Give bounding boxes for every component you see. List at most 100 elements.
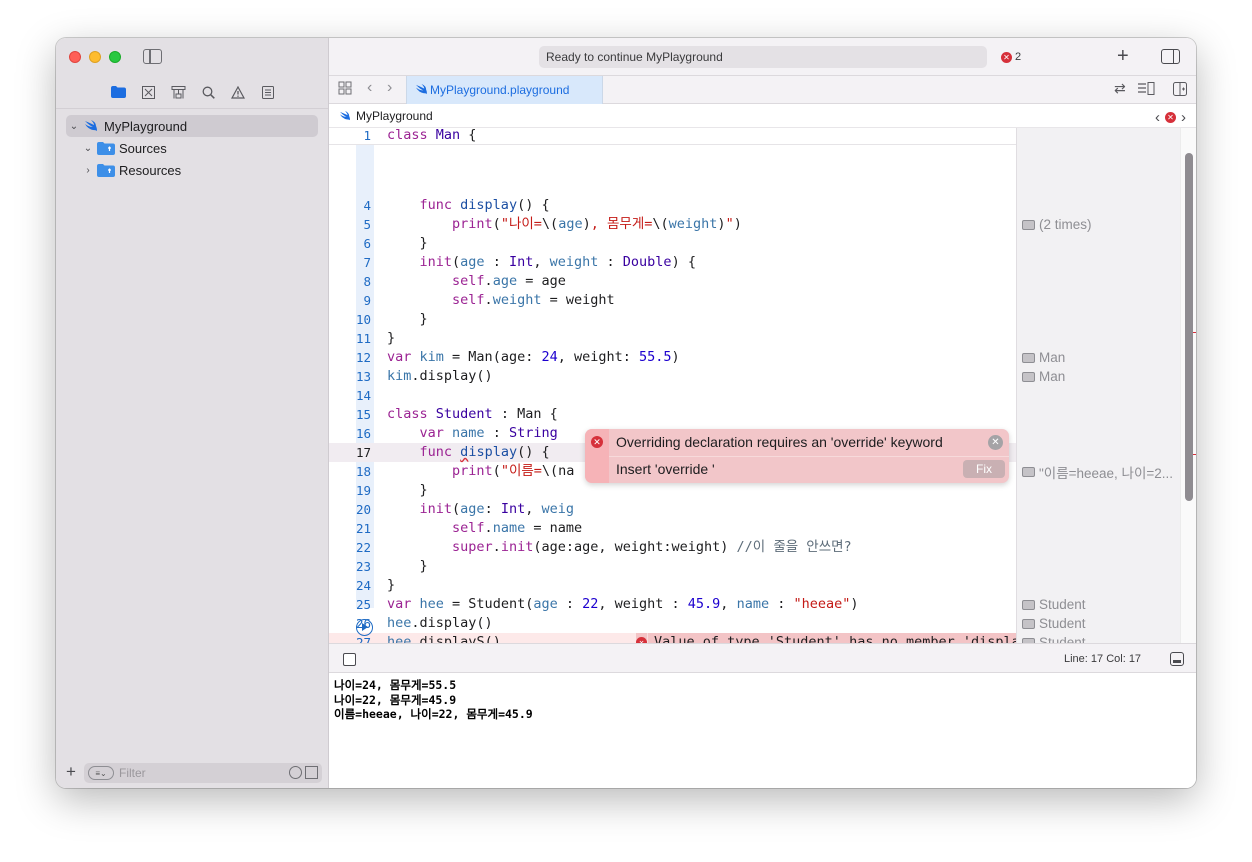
editor-scrollbar[interactable] xyxy=(1180,128,1196,643)
result-text: Student xyxy=(1039,616,1086,631)
folder-icon[interactable] xyxy=(108,82,128,102)
tab-myplayground[interactable]: MyPlayground.playground xyxy=(406,76,603,104)
editor-options-icon[interactable] xyxy=(1137,82,1155,98)
scrollbar-thumb[interactable] xyxy=(1185,153,1193,501)
code-line[interactable]: 12 var kim = Man(age: 24, weight: 55.5) xyxy=(329,348,1016,367)
sidebar-filter-bar: + ≡⌄ Filter xyxy=(56,758,329,788)
result-item[interactable]: Man xyxy=(1022,348,1065,367)
chevron-down-icon[interactable]: ⌄ xyxy=(82,143,94,154)
code-text: } xyxy=(387,311,428,327)
inline-error-message[interactable]: ✕ Value of type 'Student' has no member … xyxy=(636,633,1016,643)
code-line[interactable]: 19 } xyxy=(329,481,1016,500)
code-line[interactable]: 7 init(age : Int, weight : Double) { xyxy=(329,253,1016,272)
result-text: (2 times) xyxy=(1039,217,1092,232)
find-icon[interactable] xyxy=(198,82,218,102)
minimize-window-button[interactable] xyxy=(89,51,101,63)
folder-swift-icon xyxy=(97,141,115,155)
code-line[interactable]: 6 } xyxy=(329,234,1016,253)
issue-warning-icon[interactable] xyxy=(228,82,248,102)
back-arrow-icon[interactable]: ‹ xyxy=(367,80,372,96)
inspector-toggle-icon[interactable] xyxy=(1161,49,1180,64)
line-number: 12 xyxy=(355,350,371,365)
tree-item-resources[interactable]: › Resources xyxy=(82,159,181,181)
chevron-down-icon[interactable]: ⌄ xyxy=(68,121,80,132)
filter-field[interactable]: ≡⌄ Filter xyxy=(84,763,322,783)
recent-files-icon[interactable] xyxy=(289,766,302,779)
grid-icon[interactable] xyxy=(338,81,352,98)
code-line[interactable]: 10 } xyxy=(329,310,1016,329)
close-window-button[interactable] xyxy=(69,51,81,63)
previous-issue-icon[interactable]: ‹ xyxy=(1155,109,1160,126)
zoom-window-button[interactable] xyxy=(109,51,121,63)
next-issue-icon[interactable]: › xyxy=(1181,109,1186,126)
breadcrumb[interactable]: MyPlayground xyxy=(356,109,433,123)
filter-options-icon[interactable]: ≡⌄ xyxy=(88,766,114,780)
line-number: 25 xyxy=(355,597,371,612)
show-result-checkbox[interactable] xyxy=(343,653,356,666)
error-code-line[interactable]: 27 hee.displayS() ✕ Value of type 'Studen… xyxy=(329,633,1016,643)
code-line[interactable]: 15 class Student : Man { xyxy=(329,405,1016,424)
close-icon[interactable]: ✕ xyxy=(988,435,1003,450)
quick-look-icon[interactable] xyxy=(1022,599,1035,610)
result-item[interactable]: (2 times) xyxy=(1022,215,1092,234)
error-count-badge[interactable]: ✕ 2 xyxy=(1001,51,1021,63)
forward-arrow-icon[interactable]: › xyxy=(387,80,392,96)
chevron-right-icon[interactable]: › xyxy=(82,165,94,176)
source-control-icon[interactable] xyxy=(138,82,158,102)
code-line[interactable]: 24} xyxy=(329,576,1016,595)
code-line[interactable]: 4 func display() { xyxy=(329,196,1016,215)
error-icon: ✕ xyxy=(636,633,648,643)
console-line: 나이=24, 몸무게=55.5 xyxy=(334,678,457,692)
error-icon[interactable]: ✕ xyxy=(1165,112,1176,123)
swap-icon[interactable]: ⇄ xyxy=(1114,80,1126,96)
code-editor[interactable]: 3 var weight : Double 1class Man { 4 fun… xyxy=(329,128,1016,643)
tree-item-sources[interactable]: ⌄ Sources xyxy=(82,137,167,159)
code-line[interactable]: 13 kim.display() xyxy=(329,367,1016,386)
quick-look-icon[interactable] xyxy=(1022,466,1035,477)
console-toggle-icon[interactable] xyxy=(1170,652,1184,666)
split-editor-icon[interactable] xyxy=(1173,82,1187,99)
quick-look-icon[interactable] xyxy=(1022,371,1035,382)
result-item[interactable]: Student xyxy=(1022,614,1086,633)
quick-look-icon[interactable] xyxy=(1022,618,1035,629)
hierarchy-icon[interactable] xyxy=(168,82,188,102)
code-line[interactable]: 26 hee.display() xyxy=(329,614,1016,633)
code-line[interactable]: 8 self.age = age xyxy=(329,272,1016,291)
result-text: "이름=heeae, 나이=2... xyxy=(1039,465,1174,481)
navigator-sidebar: ⌄ MyPlayground ⌄ Sources › Resources + ≡… xyxy=(56,38,329,788)
code-line[interactable]: 23 } xyxy=(329,557,1016,576)
result-text: Student xyxy=(1039,635,1086,643)
folder-resources-icon xyxy=(97,163,115,177)
code-line[interactable]: 11} xyxy=(329,329,1016,348)
code-line[interactable]: 14 xyxy=(329,386,1016,405)
console-output[interactable]: 나이=24, 몸무게=55.5 나이=22, 몸무게=45.9 이름=heeae… xyxy=(329,673,1196,788)
line-column-indicator: Line: 17 Col: 17 xyxy=(1064,653,1142,665)
popover-message: Overriding declaration requires an 'over… xyxy=(616,434,943,450)
filter-scope-icon[interactable] xyxy=(305,766,318,779)
code-line[interactable]: 1 class Man { xyxy=(329,128,1016,145)
sidebar-toggle-icon[interactable] xyxy=(143,49,162,64)
quick-look-icon[interactable] xyxy=(1022,352,1035,363)
tree-item-label: Resources xyxy=(119,162,182,178)
result-item[interactable]: Man xyxy=(1022,367,1065,386)
code-text: var kim = Man(age: 24, weight: 55.5) xyxy=(387,349,680,365)
code-line[interactable]: 25 var hee = Student(age : 22, weight : 4… xyxy=(329,595,1016,614)
code-line[interactable]: 9 self.weight = weight xyxy=(329,291,1016,310)
result-item[interactable]: Student xyxy=(1022,595,1086,614)
code-line[interactable]: 5 print("나이=\(age), 몸무게=\(weight)") xyxy=(329,215,1016,234)
library-add-button[interactable]: + xyxy=(1117,46,1129,66)
report-icon[interactable] xyxy=(258,82,278,102)
result-item[interactable]: "이름=heeae, 나이=2... xyxy=(1022,462,1173,481)
quick-look-icon[interactable] xyxy=(1022,219,1035,230)
code-line[interactable]: 20 init(age: Int, weig xyxy=(329,500,1016,519)
code-line[interactable]: 21 self.name = name xyxy=(329,519,1016,538)
add-file-button[interactable]: + xyxy=(66,763,76,781)
line-number: 24 xyxy=(355,578,371,593)
code-text: kim.display() xyxy=(387,368,493,384)
fix-button[interactable]: Fix xyxy=(963,460,1005,478)
tree-item-myplayground[interactable]: ⌄ MyPlayground xyxy=(66,115,318,137)
result-item[interactable]: Student xyxy=(1022,633,1086,643)
code-line[interactable]: 22 super.init(age:age, weight:weight) //… xyxy=(329,538,1016,557)
line-number: 17 xyxy=(355,445,371,460)
run-playground-button[interactable] xyxy=(356,619,373,636)
